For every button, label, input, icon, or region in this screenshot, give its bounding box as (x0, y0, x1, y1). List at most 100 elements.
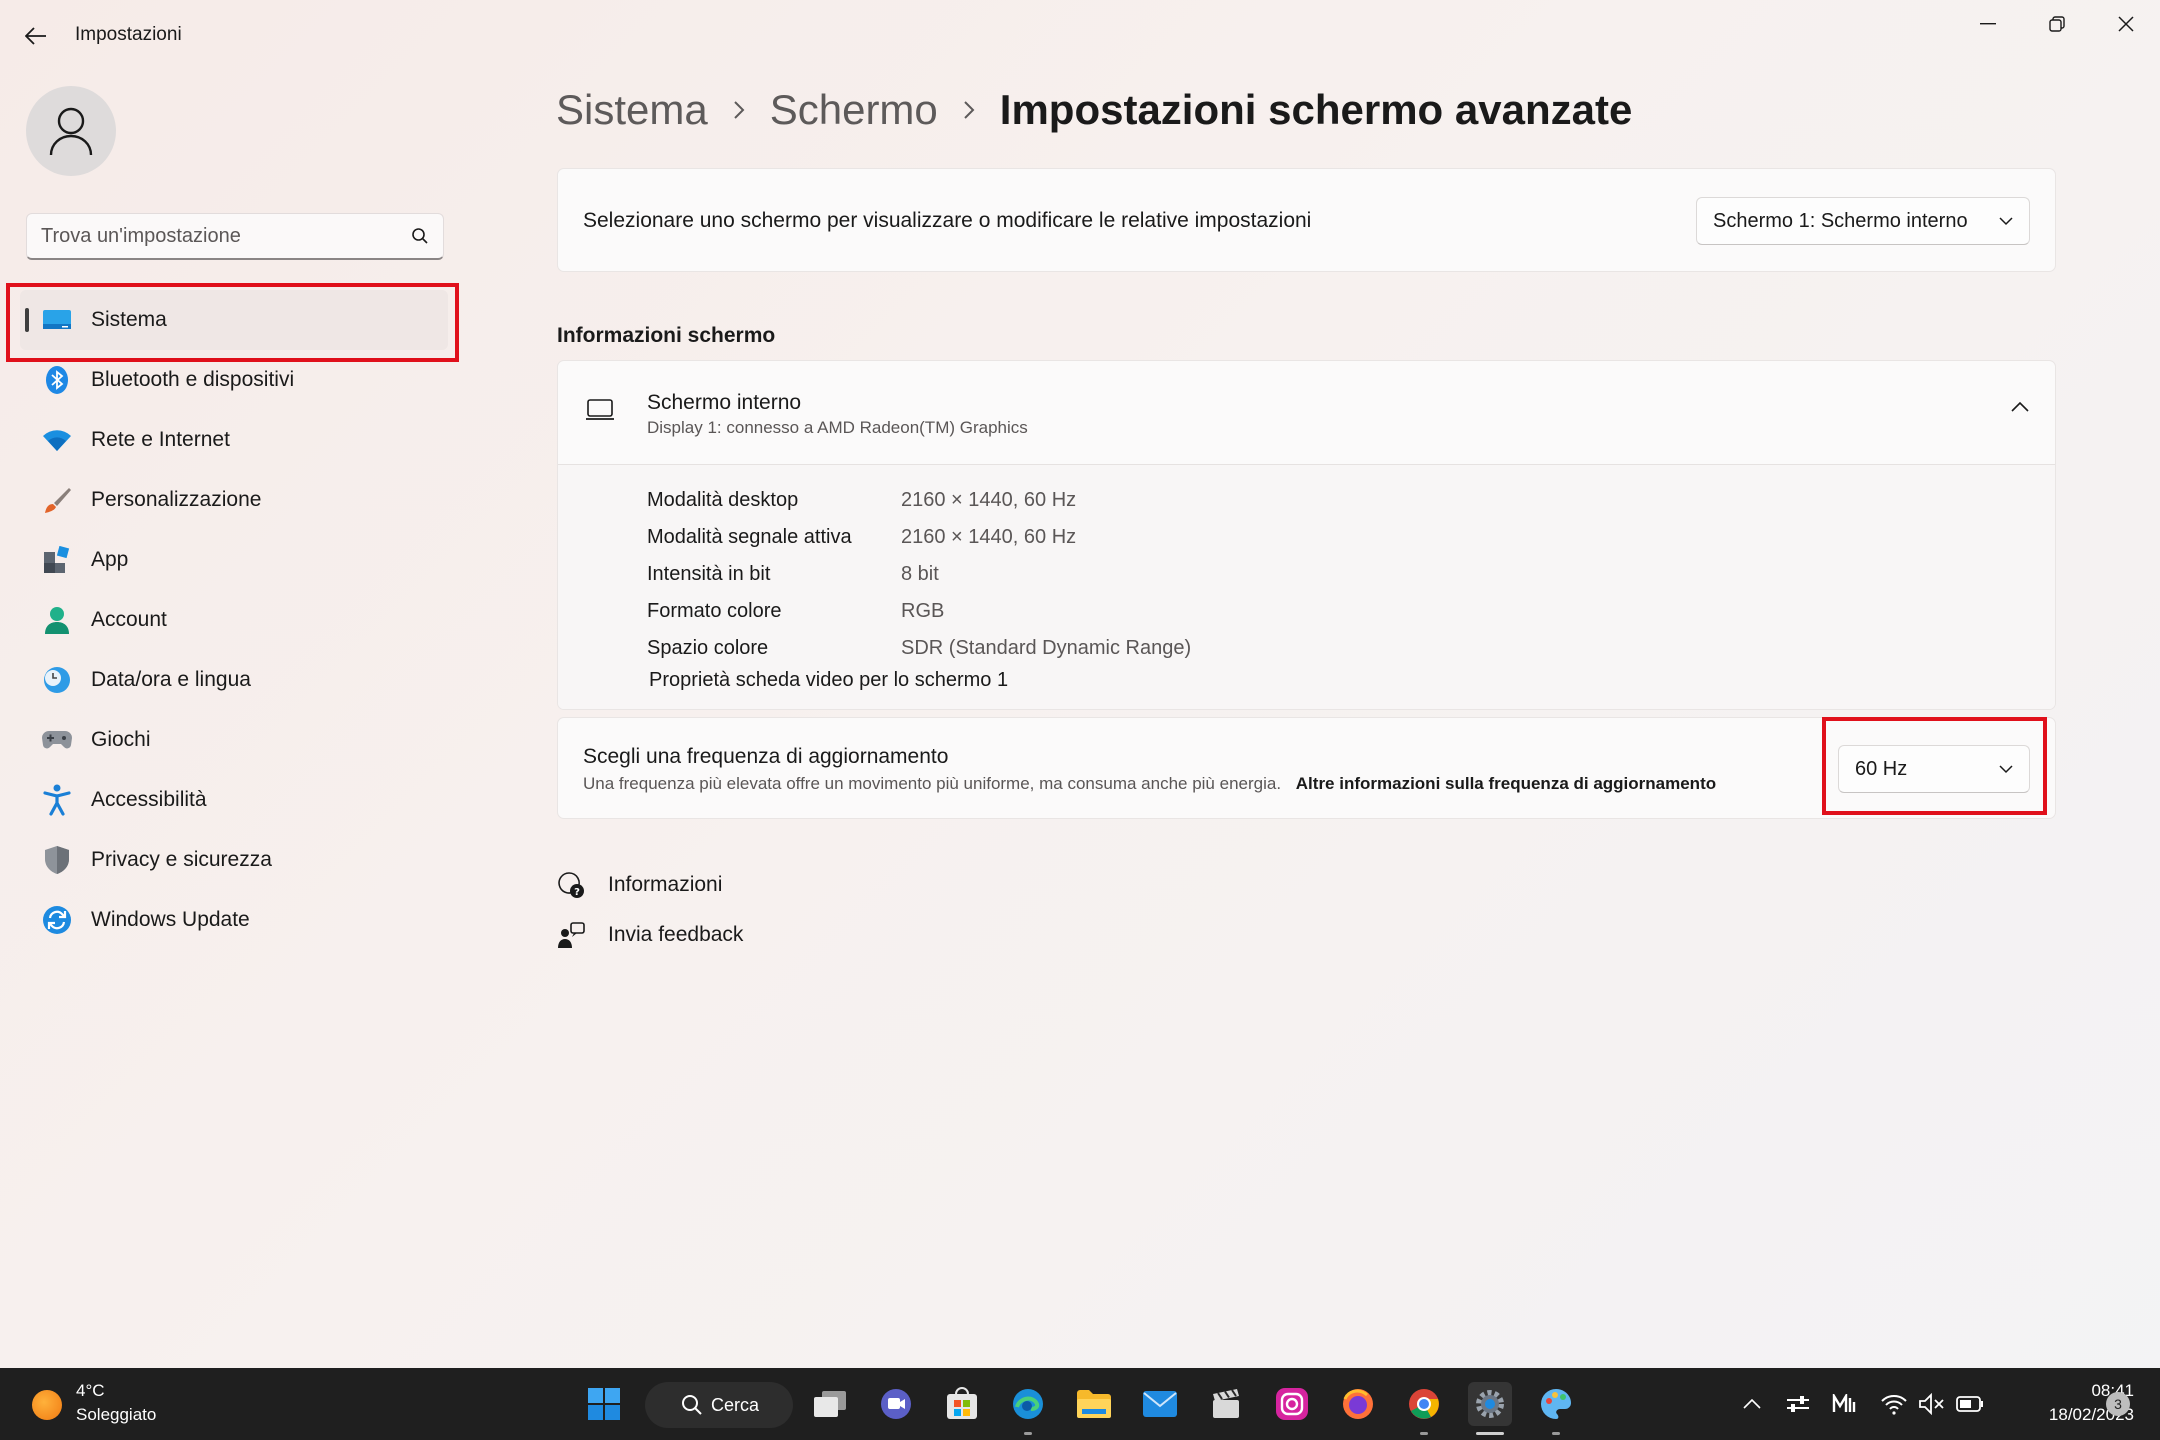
wifi-icon (40, 423, 74, 457)
app-title: Impostazioni (75, 24, 182, 45)
back-button[interactable] (14, 14, 58, 58)
task-view-button[interactable] (808, 1382, 852, 1426)
feedback-link-label: Invia feedback (608, 923, 744, 946)
refresh-rate-description: Una frequenza più elevata offre un movim… (583, 774, 1716, 794)
display-connection: Display 1: connesso a AMD Radeon(TM) Gra… (647, 418, 1028, 437)
display-select-card: Selezionare uno schermo per visualizzare… (557, 168, 2056, 272)
edge-icon (1013, 1389, 1043, 1419)
display-info-card: Schermo interno Display 1: connesso a AM… (557, 360, 2056, 710)
mail-button[interactable] (1138, 1382, 1182, 1426)
task-view-icon (814, 1391, 846, 1417)
sidebar-item-label: Account (91, 608, 167, 631)
info-value: 2160 × 1440, 60 Hz (901, 526, 1077, 548)
tray-overflow-button[interactable] (1738, 1390, 1766, 1418)
gamepad-icon (40, 723, 74, 757)
store-button[interactable] (940, 1382, 984, 1426)
taskbar: 4°C Soleggiato Cerca 08:41 18/02/2023 3 (0, 1368, 2160, 1440)
sidebar-item-label: Privacy e sicurezza (91, 848, 272, 871)
chevron-up-icon[interactable] (2011, 401, 2029, 412)
apps-icon (40, 543, 74, 577)
feedback-link[interactable]: Invia feedback (556, 920, 743, 950)
sidebar-item-privacy[interactable]: Privacy e sicurezza (20, 830, 448, 890)
breadcrumb-item-sistema[interactable]: Sistema (556, 86, 708, 134)
bluetooth-icon (40, 363, 74, 397)
clock-globe-icon (40, 663, 74, 697)
info-key: Spazio colore (647, 637, 769, 659)
sun-icon[interactable] (32, 1390, 62, 1420)
windows-logo-icon (588, 1388, 620, 1420)
running-indicator (1552, 1432, 1560, 1435)
chrome-button[interactable] (1402, 1382, 1446, 1426)
volume-status[interactable] (1918, 1390, 1946, 1418)
display-info-details: Modalità desktop 2160 × 1440, 60 Hz Moda… (558, 465, 2055, 709)
settings-app-button[interactable] (1468, 1382, 1512, 1426)
edge-button[interactable] (1006, 1382, 1050, 1426)
info-row-desktop-mode: Modalità desktop 2160 × 1440, 60 Hz (647, 489, 1076, 512)
taskbar-search[interactable]: Cerca (645, 1382, 793, 1428)
sidebar-item-accessibilita[interactable]: Accessibilità (20, 770, 448, 830)
info-row-color-space: Spazio colore SDR (Standard Dynamic Rang… (647, 637, 1191, 660)
info-key: Intensità in bit (647, 563, 771, 585)
breadcrumb-item-schermo[interactable]: Schermo (770, 86, 938, 134)
minimize-icon (1979, 23, 1996, 25)
account-icon (40, 603, 74, 637)
chat-app-button[interactable] (874, 1382, 918, 1426)
folder-icon (1077, 1390, 1111, 1418)
section-title-display-info: Informazioni schermo (557, 324, 776, 347)
clipchamp-button[interactable] (1204, 1382, 1248, 1426)
notification-badge[interactable]: 3 (2106, 1392, 2130, 1416)
tray-app-button[interactable] (1830, 1390, 1858, 1418)
refresh-rate-desc-text: Una frequenza più elevata offre un movim… (583, 774, 1282, 793)
display-info-header[interactable]: Schermo interno Display 1: connesso a AM… (558, 361, 2055, 465)
restore-button[interactable] (2022, 0, 2091, 48)
info-value: RGB (901, 600, 945, 622)
sidebar-item-account[interactable]: Account (20, 590, 448, 650)
sidebar-item-label: Data/ora e lingua (91, 668, 251, 691)
sidebar-item-label: Rete e Internet (91, 428, 230, 451)
refresh-rate-more-link[interactable]: Altre informazioni sulla frequenza di ag… (1296, 774, 1716, 793)
explorer-button[interactable] (1072, 1382, 1116, 1426)
tray-app-button[interactable] (1784, 1390, 1812, 1418)
user-avatar[interactable] (26, 86, 116, 176)
sidebar-item-label: Bluetooth e dispositivi (91, 368, 295, 391)
battery-status[interactable] (1956, 1390, 1984, 1418)
minimize-button[interactable] (1953, 0, 2022, 48)
back-arrow-icon (25, 27, 46, 45)
start-button[interactable] (582, 1382, 626, 1426)
sidebar-item-app[interactable]: App (20, 530, 448, 590)
volume-muted-icon (1919, 1393, 1944, 1415)
adapter-properties-link[interactable]: Proprietà scheda video per lo schermo 1 (649, 669, 1008, 692)
firefox-button[interactable] (1336, 1382, 1380, 1426)
display-select-dropdown[interactable]: Schermo 1: Schermo interno (1696, 197, 2030, 245)
refresh-rate-title: Scegli una frequenza di aggiornamento (583, 745, 949, 768)
sidebar-item-personalizzazione[interactable]: Personalizzazione (20, 470, 448, 530)
sidebar-item-giochi[interactable]: Giochi (20, 710, 448, 770)
sidebar-item-windows-update[interactable]: Windows Update (20, 890, 448, 950)
close-button[interactable] (2091, 0, 2160, 48)
settings-search-box[interactable] (26, 213, 444, 260)
help-chat-icon: ? (556, 870, 586, 900)
settings-search-input[interactable] (41, 224, 411, 248)
sidebar-item-label: Giochi (91, 728, 151, 751)
info-link[interactable]: ? Informazioni (556, 870, 722, 900)
sidebar-item-data-ora[interactable]: Data/ora e lingua (20, 650, 448, 710)
gear-icon (1476, 1390, 1504, 1418)
restore-icon (2048, 16, 2065, 32)
store-icon (947, 1387, 977, 1419)
sidebar-item-label: App (91, 548, 129, 571)
feedback-icon (556, 920, 586, 950)
sidebar-nav: Sistema Bluetooth e dispositivi Rete e I… (20, 290, 448, 950)
weather-description[interactable]: Soleggiato (76, 1405, 156, 1425)
info-row-bit-depth: Intensità in bit 8 bit (647, 563, 939, 586)
sidebar-item-label: Windows Update (91, 908, 250, 931)
page-title: Impostazioni schermo avanzate (999, 86, 1633, 133)
sidebar-item-rete[interactable]: Rete e Internet (20, 410, 448, 470)
search-icon[interactable] (411, 227, 429, 245)
paint-button[interactable] (1534, 1382, 1578, 1426)
network-status[interactable] (1880, 1390, 1908, 1418)
highlight-box-refresh-rate (1822, 717, 2047, 815)
weather-temperature[interactable]: 4°C (76, 1381, 105, 1401)
instagram-icon (1276, 1388, 1308, 1420)
battery-icon (1956, 1396, 1983, 1412)
instagram-button[interactable] (1270, 1382, 1314, 1426)
